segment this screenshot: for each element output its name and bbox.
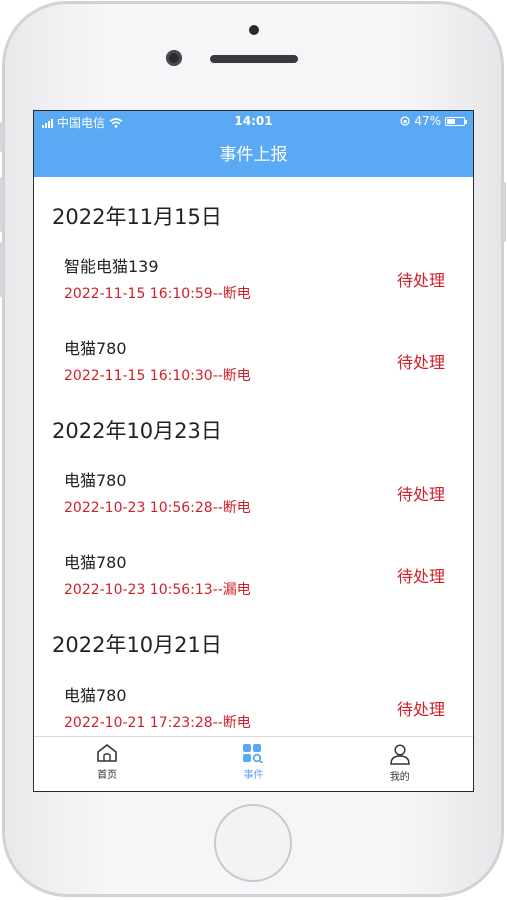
event-detail: 2022-10-23 10:56:28--断电	[64, 500, 251, 516]
volume-up-button	[0, 177, 3, 232]
event-item[interactable]: 电猫780 2022-10-21 17:23:28--断电 待处理	[34, 682, 473, 739]
volume-down-button	[0, 242, 3, 297]
mute-switch	[0, 122, 3, 152]
event-item[interactable]: 智能电猫139 2022-11-15 16:10:59--断电 待处理	[34, 253, 473, 323]
battery-percent: 47%	[414, 114, 441, 128]
event-device-name: 电猫780	[64, 471, 127, 490]
event-device-name: 电猫780	[64, 553, 127, 572]
event-status: 待处理	[396, 353, 445, 372]
proximity-sensor	[249, 25, 259, 35]
profile-icon	[390, 744, 410, 765]
event-detail: 2022-11-15 16:10:59--断电	[64, 286, 251, 302]
tab-bar: 首页 事件 我的	[34, 736, 473, 791]
event-device-name: 电猫780	[64, 686, 127, 705]
battery-icon	[445, 116, 467, 126]
event-detail: 2022-10-21 17:23:28--断电	[64, 715, 251, 731]
tab-home[interactable]: 首页	[34, 737, 180, 791]
date-header: 2022年11月15日	[52, 205, 222, 229]
phone-screen: 中国电信 14:01 47% 事件上报 2022年11月15日 智能电猫139	[33, 110, 474, 792]
battery-fill	[447, 118, 455, 124]
event-device-name: 电猫780	[64, 339, 127, 358]
page-title: 事件上报	[219, 145, 288, 165]
event-item[interactable]: 电猫780 2022-10-23 10:56:13--漏电 待处理	[34, 549, 473, 619]
home-icon	[97, 744, 117, 762]
earpiece-speaker	[210, 55, 298, 63]
event-detail: 2022-11-15 16:10:30--断电	[64, 368, 251, 384]
date-header: 2022年10月21日	[52, 633, 222, 657]
nav-bar: 事件上报	[34, 133, 473, 177]
event-status: 待处理	[396, 567, 445, 586]
status-right: 47%	[400, 114, 467, 128]
home-button[interactable]	[214, 804, 292, 882]
event-status: 待处理	[396, 271, 445, 290]
events-icon	[243, 744, 264, 763]
tab-profile-label: 我的	[389, 772, 410, 783]
event-status: 待处理	[396, 485, 445, 504]
orientation-lock-icon	[400, 116, 410, 126]
event-list[interactable]: 2022年11月15日 智能电猫139 2022-11-15 16:10:59-…	[34, 177, 473, 739]
front-camera	[166, 50, 182, 66]
tab-home-label: 首页	[97, 770, 118, 781]
event-detail: 2022-10-23 10:56:13--漏电	[64, 582, 251, 598]
event-device-name: 智能电猫139	[64, 257, 159, 276]
event-status: 待处理	[396, 700, 445, 719]
event-item[interactable]: 电猫780 2022-11-15 16:10:30--断电 待处理	[34, 335, 473, 405]
date-header: 2022年10月23日	[52, 419, 222, 443]
event-item[interactable]: 电猫780 2022-10-23 10:56:28--断电 待处理	[34, 467, 473, 537]
power-button	[503, 182, 506, 242]
status-bar: 中国电信 14:01 47%	[34, 111, 473, 133]
tab-events-label: 事件	[243, 770, 264, 781]
tab-events[interactable]: 事件	[180, 737, 326, 791]
tab-profile[interactable]: 我的	[327, 737, 473, 791]
